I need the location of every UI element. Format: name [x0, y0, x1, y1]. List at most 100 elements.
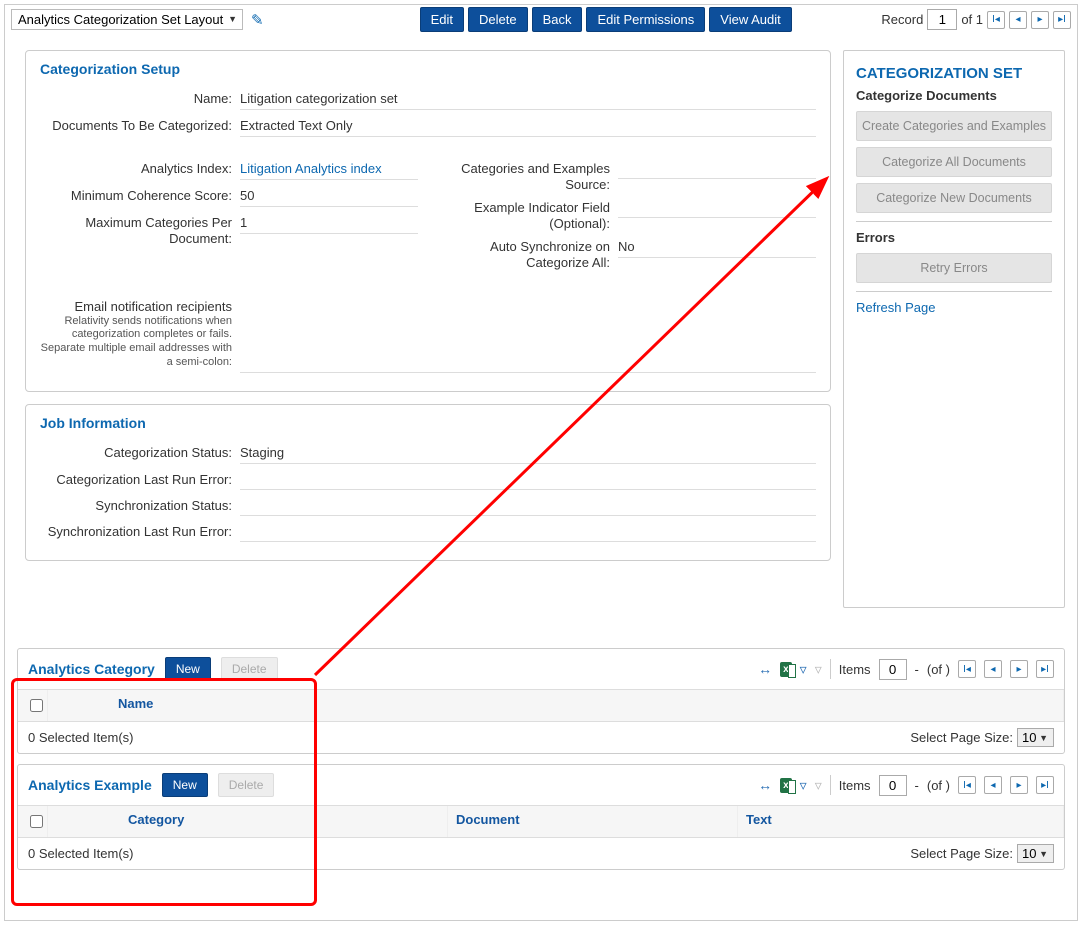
- autosync-label: Auto Synchronize on Categorize All:: [438, 235, 618, 270]
- back-button[interactable]: Back: [532, 7, 583, 32]
- email-hint: Relativity sends notifications when cate…: [40, 315, 232, 370]
- mincoh-label: Minimum Coherence Score:: [40, 184, 240, 203]
- example-select-all-checkbox[interactable]: [30, 815, 43, 828]
- grid1-last-button[interactable]: ▸I: [1036, 660, 1054, 678]
- grid1-first-button[interactable]: I◂: [958, 660, 976, 678]
- items-input[interactable]: [879, 659, 907, 680]
- syncerr-label: Synchronization Last Run Error:: [40, 520, 240, 539]
- errors-title: Errors: [856, 230, 1052, 245]
- col-text[interactable]: Text: [738, 806, 1064, 837]
- syncstatus-label: Synchronization Status:: [40, 494, 240, 513]
- email-label: Email notification recipients: [74, 299, 232, 314]
- categorize-new-button[interactable]: Categorize New Documents: [856, 183, 1052, 213]
- example-page-size-select[interactable]: 10: [1017, 844, 1054, 863]
- grid1-next-button[interactable]: ▸: [1010, 660, 1028, 678]
- exindicator-value: [618, 196, 816, 218]
- page-size-label: Select Page Size:: [910, 846, 1013, 861]
- docs-value: Extracted Text Only: [240, 114, 816, 137]
- email-value: [240, 351, 816, 373]
- prev-record-button[interactable]: ◂: [1009, 11, 1027, 29]
- catsource-label: Categories and Examples Source:: [438, 157, 618, 192]
- record-label: Record: [881, 12, 923, 27]
- next-record-button[interactable]: ▸: [1031, 11, 1049, 29]
- record-of: of 1: [961, 12, 983, 27]
- catsource-value: [618, 157, 816, 179]
- categorization-setup-panel: Categorization Setup Name: Litigation ca…: [25, 50, 831, 392]
- categorization-set-side-panel: CATEGORIZATION SET Categorize Documents …: [843, 50, 1065, 608]
- view-audit-button[interactable]: View Audit: [709, 7, 791, 32]
- category-new-button[interactable]: New: [165, 657, 211, 681]
- expand-icon[interactable]: ↔: [758, 777, 772, 793]
- maxcat-value: 1: [240, 211, 418, 234]
- create-categories-button[interactable]: Create Categories and Examples: [856, 111, 1052, 141]
- filter-icon[interactable]: ▿: [800, 661, 807, 678]
- docs-label: Documents To Be Categorized:: [40, 114, 240, 133]
- category-select-all-checkbox[interactable]: [30, 699, 43, 712]
- syncstatus-value: [240, 494, 816, 516]
- delete-button[interactable]: Delete: [468, 7, 528, 32]
- items-dash: -: [915, 778, 919, 793]
- grid1-prev-button[interactable]: ◂: [984, 660, 1002, 678]
- items-of: (of ): [927, 778, 950, 793]
- col-name[interactable]: Name: [48, 690, 1064, 721]
- record-pager: Record of 1 I◂ ◂ ▸ ▸I: [881, 9, 1071, 30]
- job-title: Job Information: [40, 415, 816, 431]
- first-record-button[interactable]: I◂: [987, 11, 1005, 29]
- example-delete-button[interactable]: Delete: [218, 773, 275, 797]
- name-label: Name:: [40, 87, 240, 106]
- exindicator-label: Example Indicator Field (Optional):: [438, 196, 618, 231]
- items-dash: -: [915, 662, 919, 677]
- job-info-panel: Job Information Categorization Status: S…: [25, 404, 831, 561]
- grid2-next-button[interactable]: ▸: [1010, 776, 1028, 794]
- retry-errors-button[interactable]: Retry Errors: [856, 253, 1052, 283]
- items-label: Items: [839, 662, 871, 677]
- analytics-category-grid: Analytics Category New Delete ↔ x ▿ ▿ It…: [17, 648, 1065, 754]
- setup-title: Categorization Setup: [40, 61, 816, 77]
- filter-icon[interactable]: ▿: [800, 777, 807, 794]
- page-size-label: Select Page Size:: [910, 730, 1013, 745]
- mincoh-value: 50: [240, 184, 418, 207]
- refresh-page-link[interactable]: Refresh Page: [856, 300, 1052, 315]
- edit-button[interactable]: Edit: [420, 7, 464, 32]
- category-selected-count: 0 Selected Item(s): [28, 730, 134, 745]
- index-value-link[interactable]: Litigation Analytics index: [240, 157, 418, 180]
- caterr-value: [240, 468, 816, 490]
- name-value: Litigation categorization set: [240, 87, 816, 110]
- edit-layout-icon[interactable]: ✎: [251, 11, 264, 29]
- grid2-last-button[interactable]: ▸I: [1036, 776, 1054, 794]
- grid2-prev-button[interactable]: ◂: [984, 776, 1002, 794]
- top-toolbar: Analytics Categorization Set Layout ✎ Ed…: [5, 5, 1077, 38]
- col-document[interactable]: Document: [448, 806, 738, 837]
- export-excel-icon[interactable]: x: [780, 778, 792, 793]
- items-of: (of ): [927, 662, 950, 677]
- last-record-button[interactable]: ▸I: [1053, 11, 1071, 29]
- clear-filter-icon[interactable]: ▿: [815, 661, 822, 678]
- export-excel-icon[interactable]: x: [780, 662, 792, 677]
- clear-filter-icon[interactable]: ▿: [815, 777, 822, 794]
- items-input[interactable]: [879, 775, 907, 796]
- example-selected-count: 0 Selected Item(s): [28, 846, 134, 861]
- autosync-value: No: [618, 235, 816, 258]
- side-title: CATEGORIZATION SET: [856, 65, 1052, 82]
- expand-icon[interactable]: ↔: [758, 661, 772, 677]
- example-grid-title: Analytics Example: [28, 777, 152, 793]
- layout-select[interactable]: Analytics Categorization Set Layout: [11, 9, 243, 30]
- catstatus-value: Staging: [240, 441, 816, 464]
- record-input[interactable]: [927, 9, 957, 30]
- caterr-label: Categorization Last Run Error:: [40, 468, 240, 487]
- category-delete-button[interactable]: Delete: [221, 657, 278, 681]
- items-label: Items: [839, 778, 871, 793]
- index-label: Analytics Index:: [40, 157, 240, 176]
- catstatus-label: Categorization Status:: [40, 441, 240, 460]
- side-subtitle: Categorize Documents: [856, 88, 1052, 103]
- grid2-first-button[interactable]: I◂: [958, 776, 976, 794]
- analytics-example-grid: Analytics Example New Delete ↔ x ▿ ▿ Ite…: [17, 764, 1065, 870]
- col-category[interactable]: Category: [48, 806, 448, 837]
- categorize-all-button[interactable]: Categorize All Documents: [856, 147, 1052, 177]
- edit-permissions-button[interactable]: Edit Permissions: [586, 7, 705, 32]
- category-page-size-select[interactable]: 10: [1017, 728, 1054, 747]
- example-new-button[interactable]: New: [162, 773, 208, 797]
- category-grid-title: Analytics Category: [28, 661, 155, 677]
- maxcat-label: Maximum Categories Per Document:: [40, 211, 240, 246]
- syncerr-value: [240, 520, 816, 542]
